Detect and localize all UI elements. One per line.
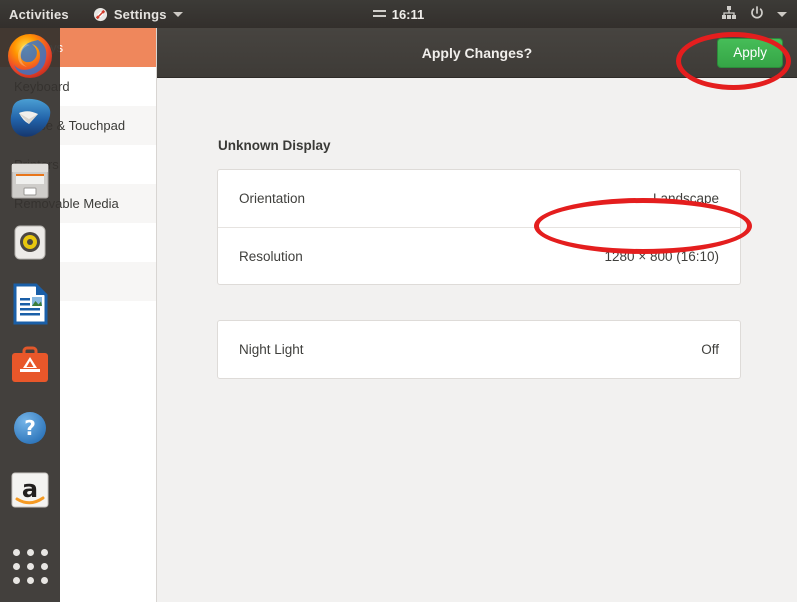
row-label: Night Light xyxy=(239,342,304,357)
firefox-icon[interactable] xyxy=(6,32,54,80)
row-resolution[interactable]: Resolution 1280 × 800 (16:10) xyxy=(218,227,740,284)
app-menu-button[interactable]: Settings xyxy=(93,7,183,22)
app-menu-label: Settings xyxy=(113,6,167,22)
settings-icon xyxy=(93,7,108,22)
settings-window: Displays Keyboard Mouse & Touchpad Print… xyxy=(0,28,797,602)
row-label: Orientation xyxy=(239,191,306,206)
page-title: Apply Changes? xyxy=(421,44,533,61)
svg-text:?: ? xyxy=(24,416,36,440)
files-icon[interactable] xyxy=(6,156,54,204)
resolution-value: 1280 × 800 (16:10) xyxy=(604,248,719,264)
libreoffice-writer-icon[interactable] xyxy=(6,280,54,328)
svg-text:a: a xyxy=(22,475,38,503)
show-applications-button[interactable] xyxy=(6,544,54,588)
ubuntu-dock: ? a xyxy=(0,28,60,602)
activities-button[interactable]: Activities xyxy=(9,7,69,22)
status-chevron-down-icon xyxy=(777,11,787,17)
apply-button[interactable]: Apply xyxy=(717,38,783,68)
gnome-top-bar: Activities Settings 16:11 xyxy=(0,0,797,28)
screen: Displays Keyboard Mouse & Touchpad Print… xyxy=(0,0,797,602)
row-label: Resolution xyxy=(239,248,303,264)
thunderbird-icon[interactable] xyxy=(6,94,54,142)
menu-lines-icon xyxy=(372,9,386,19)
window-header: Apply Changes? Apply xyxy=(157,28,797,78)
row-orientation[interactable]: Orientation Landscape xyxy=(218,170,740,227)
ubuntu-software-icon[interactable] xyxy=(6,342,54,390)
wired-network-icon xyxy=(721,5,737,23)
section-title: Unknown Display xyxy=(218,138,331,153)
power-icon xyxy=(749,5,765,24)
rhythmbox-icon[interactable] xyxy=(6,218,54,266)
display-settings-card: Orientation Landscape Resolution 1280 × … xyxy=(217,169,741,285)
window-body: Unknown Display Orientation Landscape Re… xyxy=(157,78,797,602)
help-icon[interactable]: ? xyxy=(6,404,54,452)
grid-dots-icon xyxy=(12,548,48,584)
night-light-card: Night Light Off xyxy=(217,320,741,379)
night-light-value: Off xyxy=(701,342,719,357)
clock-label[interactable]: 16:11 xyxy=(392,7,425,22)
amazon-icon[interactable]: a xyxy=(6,466,54,514)
system-status-area[interactable] xyxy=(721,5,787,24)
orientation-value: Landscape xyxy=(652,191,719,206)
chevron-down-icon xyxy=(172,11,183,17)
row-night-light[interactable]: Night Light Off xyxy=(218,321,740,378)
